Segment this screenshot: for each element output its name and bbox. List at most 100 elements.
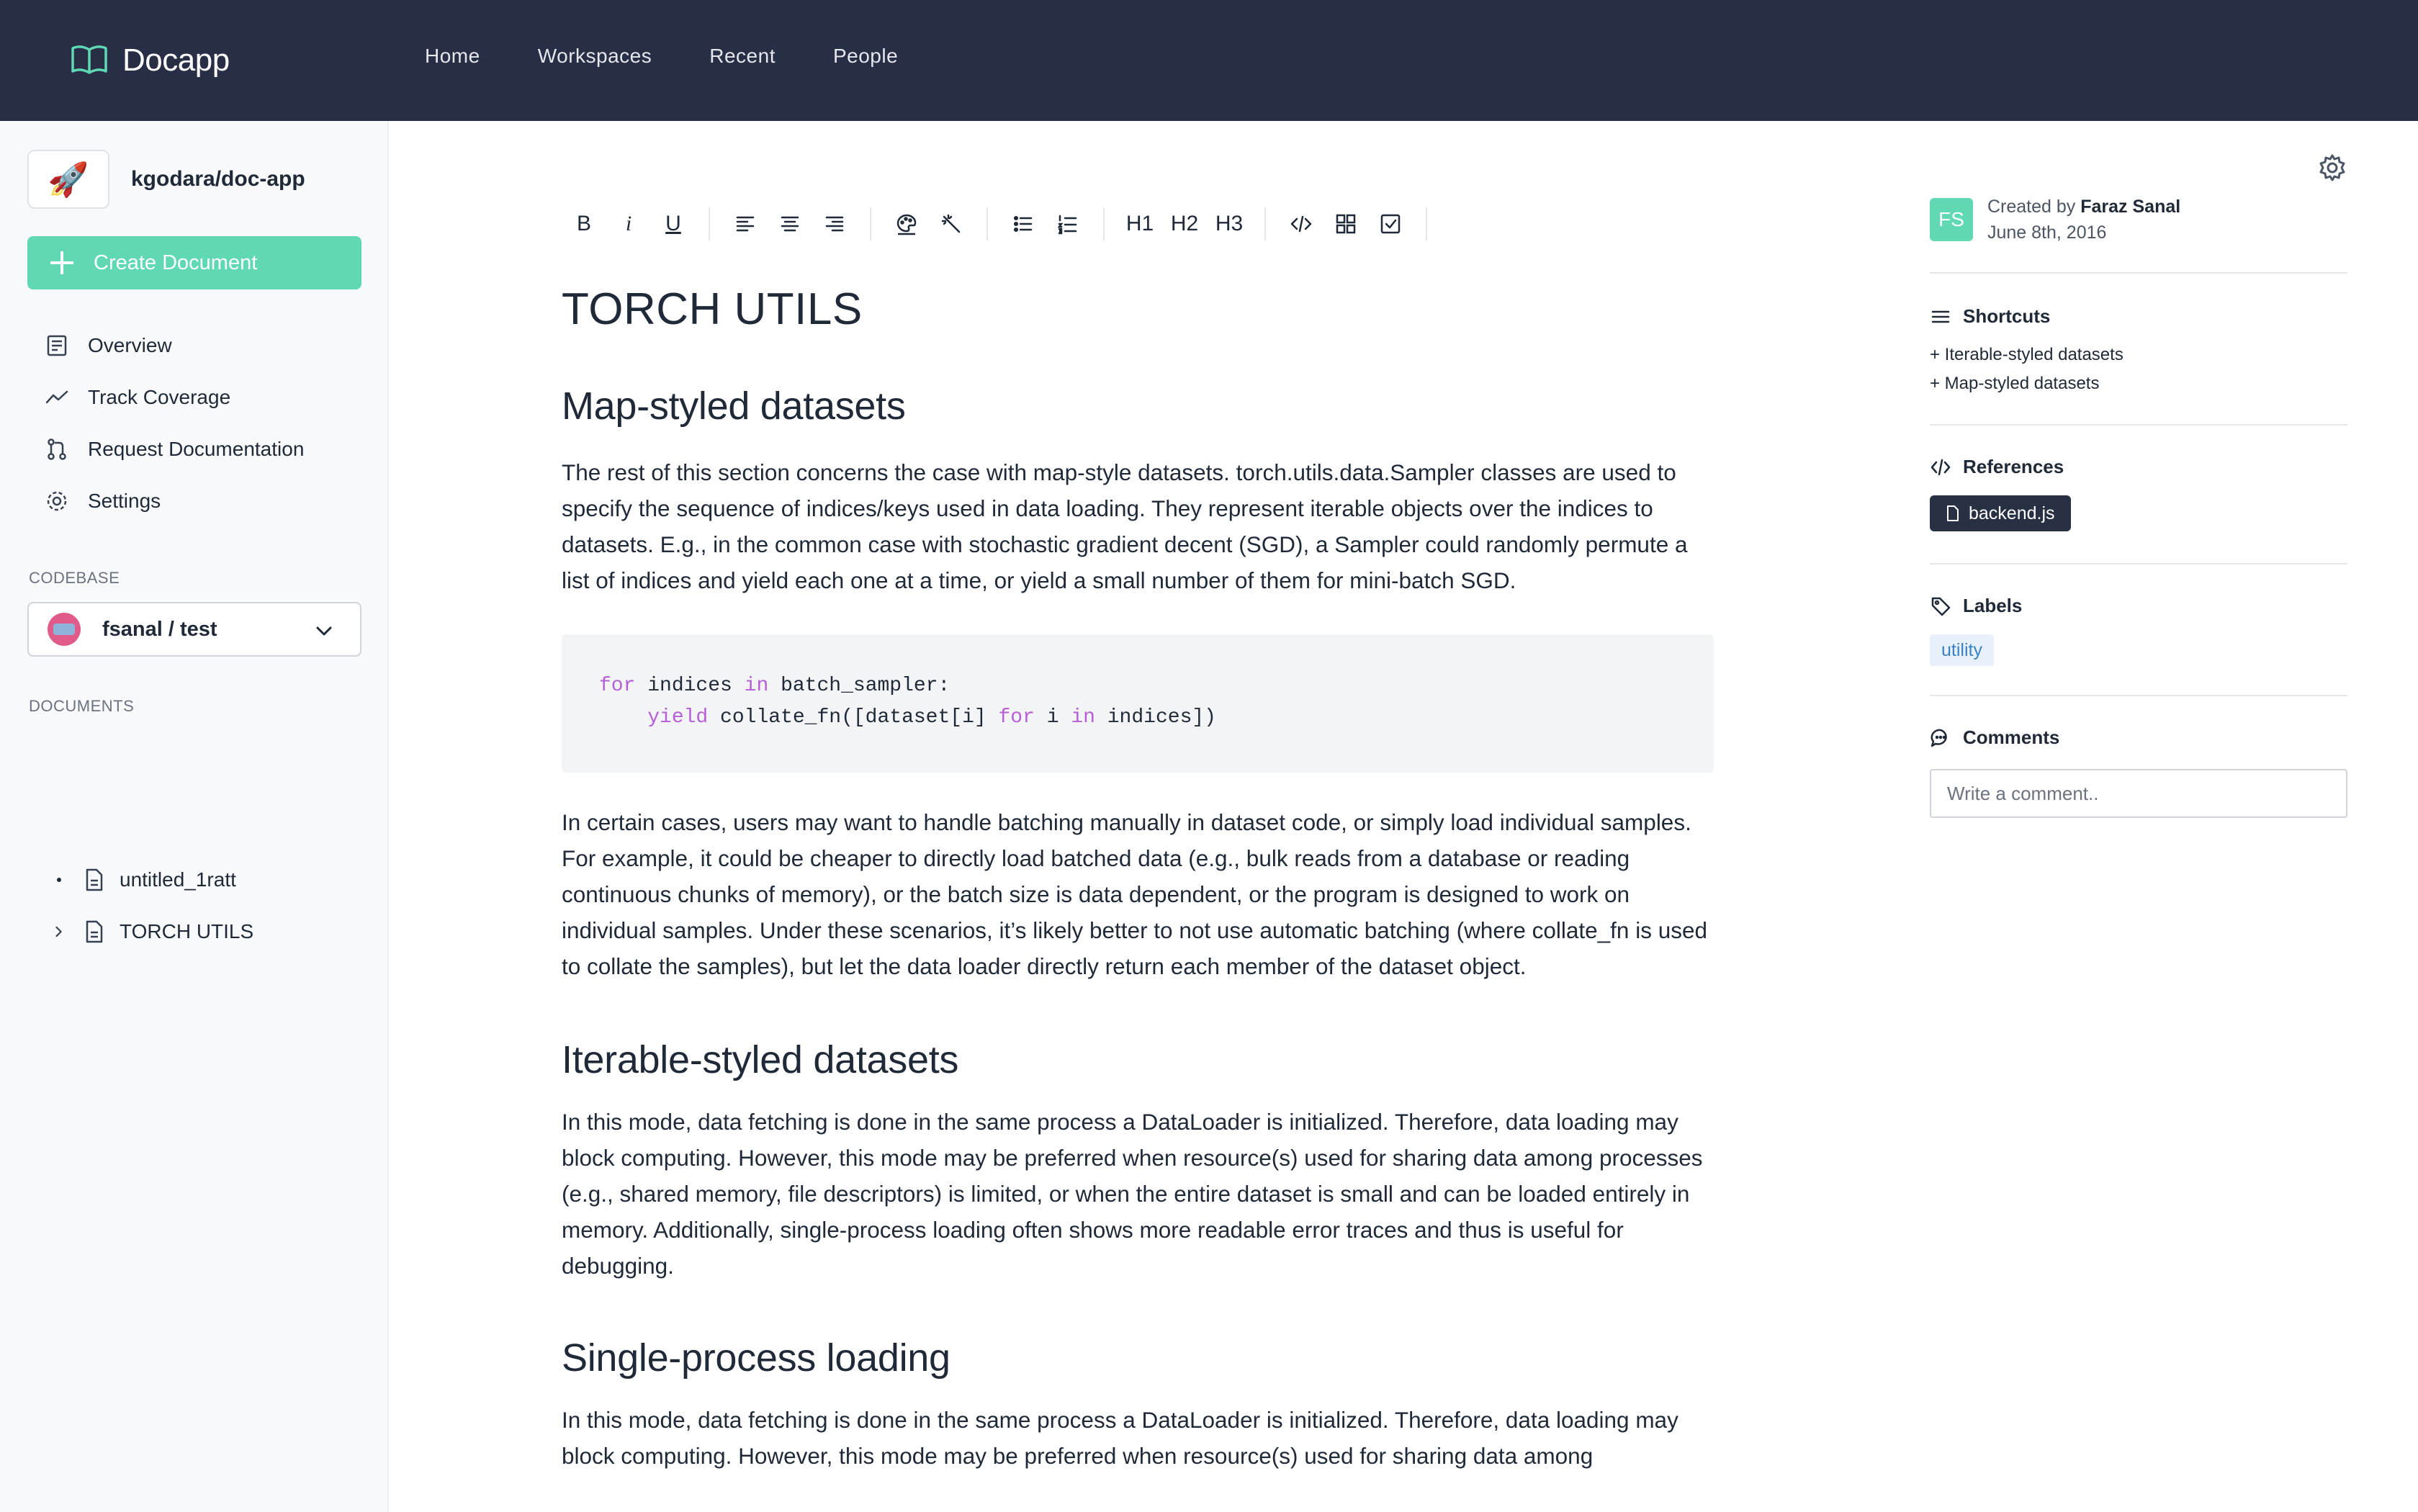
heading-2-button[interactable]: H2 (1162, 207, 1207, 240)
avatar[interactable]: FS (1930, 198, 1973, 241)
shortcuts-list: + Iterable-styled datasets + Map-styled … (1930, 341, 2347, 398)
book-icon (71, 45, 107, 74)
divider (1930, 272, 2347, 274)
main-nav: Home Workspaces Recent People (425, 45, 956, 68)
repo-name: kgodara/doc-app (131, 167, 305, 191)
comments-header: Comments (1930, 726, 2347, 749)
tag-icon (1931, 597, 1951, 616)
sidebar: 🚀 kgodara/doc-app Create Document Overvi… (0, 121, 389, 1512)
paragraph-iterable-styled[interactable]: In this mode, data fetching is done in t… (562, 1104, 1721, 1284)
heading-map-styled[interactable]: Map-styled datasets (562, 384, 1714, 428)
grid-icon (1336, 214, 1356, 234)
color-button[interactable] (884, 207, 929, 240)
document-item-label: untitled_1ratt (120, 868, 236, 891)
codebase-section-label: CODEBASE (29, 569, 120, 587)
heading-3-button[interactable]: H3 (1207, 207, 1251, 240)
chevron-right-icon[interactable] (53, 924, 65, 940)
nav-home[interactable]: Home (425, 45, 480, 68)
file-icon (86, 920, 103, 943)
created-date: June 8th, 2016 (1987, 222, 2107, 243)
document-title[interactable]: TORCH UTILS (562, 284, 1714, 335)
code-button[interactable] (1279, 207, 1323, 240)
shortcut-map[interactable]: + Map-styled datasets (1930, 369, 2347, 398)
align-center-button[interactable] (768, 207, 812, 240)
menu-lines-icon (1931, 310, 1950, 323)
settings-gear-icon[interactable] (2317, 153, 2347, 183)
document-editor: B i U H1 H2 H3 TORCH UTILS Map-styled da… (562, 207, 1714, 1474)
rocket-icon: 🚀 (27, 150, 109, 209)
bold-button[interactable]: B (562, 207, 606, 240)
sidebar-item-label: Track Coverage (88, 386, 231, 408)
create-document-label: Create Document (94, 251, 258, 274)
checklist-button[interactable] (1368, 207, 1413, 240)
sidebar-item-settings[interactable]: Settings (45, 475, 304, 527)
sidebar-item-label: Settings (88, 490, 161, 512)
plus-icon (49, 250, 75, 276)
numbered-list-button[interactable] (1046, 207, 1090, 240)
magic-wand-icon (941, 214, 961, 233)
comment-icon (1931, 729, 1947, 747)
divider (1930, 563, 2347, 564)
code-block[interactable]: for indices in batch_sampler: yield coll… (562, 634, 1714, 773)
paragraph-single-process[interactable]: In this mode, data fetching is done in t… (562, 1402, 1721, 1474)
top-navigation-bar: Docapp Home Workspaces Recent People (0, 0, 2418, 121)
brand[interactable]: Docapp (71, 40, 230, 81)
grid-button[interactable] (1323, 207, 1368, 240)
heading-1-button[interactable]: H1 (1118, 207, 1162, 240)
repo-header[interactable]: 🚀 kgodara/doc-app (27, 150, 305, 209)
reference-chip[interactable]: backend.js (1930, 495, 2071, 531)
toolbar-divider (1103, 207, 1105, 240)
app-name: Docapp (122, 42, 230, 78)
clear-format-button[interactable] (929, 207, 974, 240)
bullet-list-icon (1013, 215, 1033, 233)
codebase-value: fsanal / test (102, 617, 217, 641)
heading-iterable-styled[interactable]: Iterable-styled datasets (562, 1038, 1714, 1082)
sidebar-item-label: Overview (88, 334, 172, 356)
align-right-icon (825, 216, 844, 232)
align-left-icon (736, 216, 755, 232)
labels-header: Labels (1930, 595, 2347, 617)
overview-icon (47, 335, 67, 356)
document-item-torch-utils[interactable]: TORCH UTILS (53, 906, 253, 958)
document-item-untitled[interactable]: untitled_1ratt (53, 854, 253, 906)
sidebar-item-overview[interactable]: Overview (45, 320, 304, 372)
underline-button[interactable]: U (651, 207, 696, 240)
editor-toolbar: B i U H1 H2 H3 (562, 207, 1714, 240)
label-chip[interactable]: utility (1930, 634, 1994, 666)
nav-people[interactable]: People (833, 45, 898, 68)
file-icon (86, 868, 103, 891)
nav-recent[interactable]: Recent (709, 45, 776, 68)
documents-list: untitled_1ratt TORCH UTILS (53, 854, 253, 958)
creator-name[interactable]: Faraz Sanal (2080, 197, 2180, 217)
toolbar-divider (1264, 207, 1266, 240)
references-header: References (1930, 456, 2347, 478)
checkbox-icon (1380, 214, 1401, 234)
paragraph-batching[interactable]: In certain cases, users may want to hand… (562, 804, 1721, 984)
shortcut-iterable[interactable]: + Iterable-styled datasets (1930, 341, 2347, 369)
gear-icon (47, 491, 67, 511)
toolbar-divider (870, 207, 871, 240)
codebase-select[interactable]: fsanal / test (27, 602, 361, 657)
divider (1930, 695, 2347, 696)
bullet-list-button[interactable] (1001, 207, 1046, 240)
paragraph-map-styled[interactable]: The rest of this section concerns the ca… (562, 454, 1721, 598)
codebase-avatar (48, 613, 81, 646)
nav-workspaces[interactable]: Workspaces (538, 45, 652, 68)
comment-input[interactable] (1930, 769, 2347, 818)
document-item-label: TORCH UTILS (120, 920, 254, 942)
divider (1930, 424, 2347, 426)
sidebar-item-track-coverage[interactable]: Track Coverage (45, 372, 304, 423)
create-document-button[interactable]: Create Document (27, 236, 361, 289)
toolbar-divider (709, 207, 710, 240)
documents-section-label: DOCUMENTS (29, 697, 135, 715)
numbered-list-icon (1057, 215, 1077, 235)
italic-button[interactable]: i (606, 207, 651, 240)
document-info-panel: FS Created by Faraz Sanal June 8th, 2016… (1930, 193, 2347, 818)
code-icon (1931, 459, 1951, 475)
align-right-button[interactable] (812, 207, 857, 240)
sidebar-item-request-documentation[interactable]: Request Documentation (45, 423, 304, 475)
bullet-icon (53, 878, 65, 882)
heading-single-process[interactable]: Single-process loading (562, 1336, 1714, 1380)
align-left-button[interactable] (723, 207, 768, 240)
pull-request-icon (48, 438, 66, 460)
